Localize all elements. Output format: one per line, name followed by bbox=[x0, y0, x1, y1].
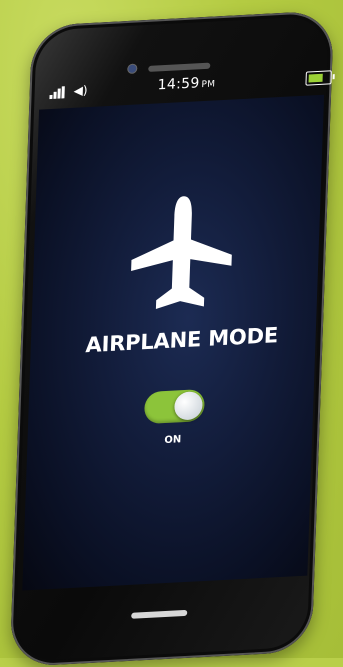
battery-fill bbox=[308, 73, 324, 83]
phone-body: ◀) 14:59PM AIRPLANE MODE ON bbox=[9, 10, 335, 667]
status-time: 14:59PM bbox=[157, 74, 215, 93]
phone-screen: ◀) 14:59PM AIRPLANE MODE ON bbox=[22, 70, 335, 591]
home-button[interactable] bbox=[131, 609, 188, 619]
status-ampm: PM bbox=[201, 79, 216, 91]
phone: ◀) 14:59PM AIRPLANE MODE ON bbox=[0, 0, 343, 667]
status-time-value: 14:59 bbox=[157, 75, 200, 94]
status-bar: ◀) 14:59PM bbox=[39, 67, 335, 106]
volume-icon: ◀) bbox=[73, 83, 88, 98]
toggle-knob[interactable] bbox=[173, 391, 203, 421]
signal-icon bbox=[49, 86, 67, 100]
battery-icon bbox=[305, 70, 335, 86]
airplane-mode-title: AIRPLANE MODE bbox=[85, 323, 279, 358]
airplane-mode-toggle[interactable] bbox=[143, 388, 206, 425]
earpiece-speaker bbox=[148, 62, 211, 72]
toggle-state-label: ON bbox=[164, 434, 182, 447]
airplane-icon bbox=[131, 196, 232, 309]
battery-tip bbox=[332, 74, 335, 80]
front-camera bbox=[128, 64, 137, 73]
